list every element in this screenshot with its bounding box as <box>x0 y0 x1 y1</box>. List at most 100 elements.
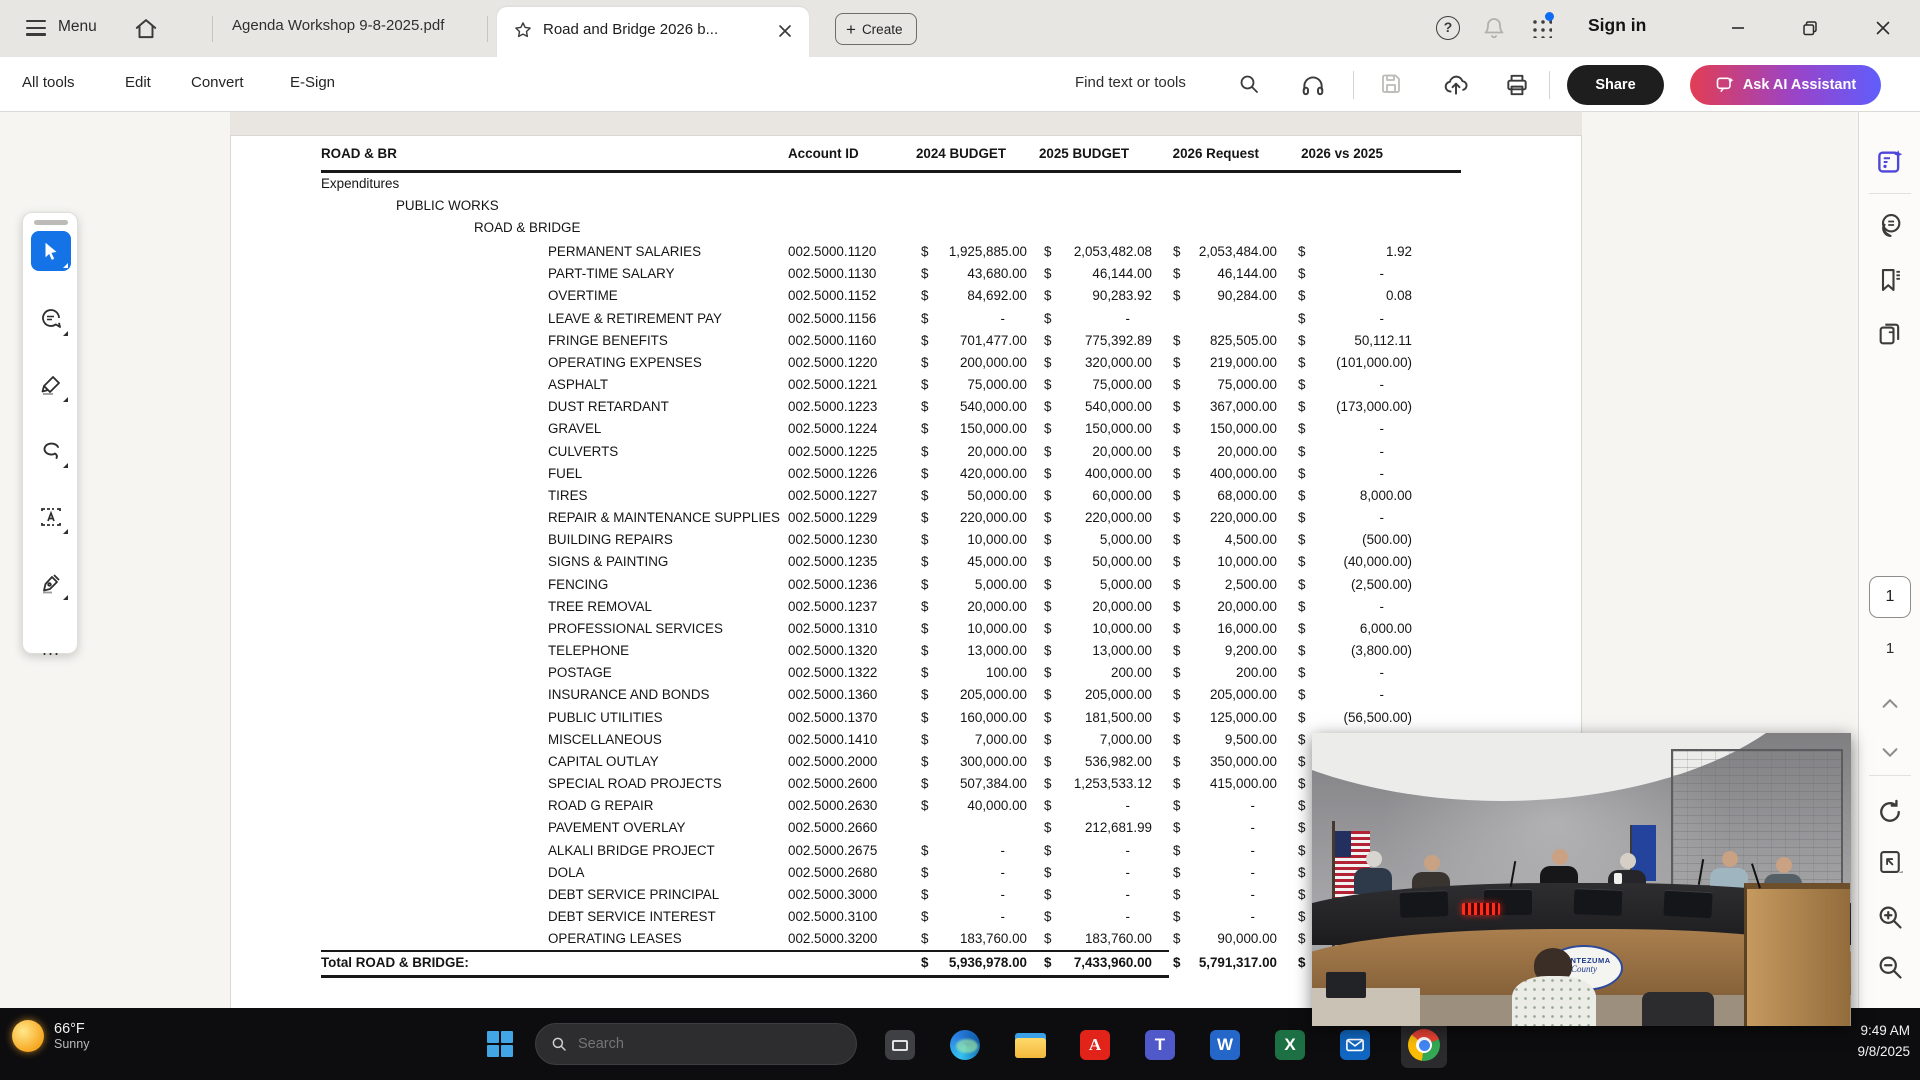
taskbar-search[interactable] <box>535 1023 857 1065</box>
chrome-icon[interactable] <box>1407 1028 1441 1062</box>
fit-page-icon[interactable] <box>1873 845 1907 879</box>
edge-browser-icon[interactable] <box>948 1028 982 1062</box>
file-explorer-icon[interactable] <box>1013 1028 1047 1062</box>
amount: 200,000.00 <box>959 354 1027 370</box>
page-thumbnails-icon[interactable] <box>1873 317 1907 351</box>
currency-sign: $ <box>1298 687 1306 703</box>
task-view-icon[interactable] <box>883 1028 917 1062</box>
zoom-out-icon[interactable] <box>1873 950 1907 984</box>
print-icon[interactable] <box>1504 72 1530 98</box>
find-text-or-tools[interactable]: Find text or tools <box>1075 74 1186 91</box>
home-icon[interactable] <box>133 16 159 42</box>
currency-sign: $ <box>1298 443 1306 459</box>
upload-cloud-icon[interactable] <box>1443 72 1469 98</box>
comment-tool-button[interactable] <box>31 299 71 339</box>
account-id: 002.5000.3100 <box>788 909 878 925</box>
zoom-in-icon[interactable] <box>1873 900 1907 934</box>
more-tools-button[interactable]: ... <box>31 629 71 669</box>
currency-sign: $ <box>1298 598 1306 614</box>
currency-sign: $ <box>1298 886 1306 902</box>
row-label: DEBT SERVICE INTEREST <box>548 909 716 925</box>
weather-temp: 66°F <box>54 1021 85 1037</box>
panel-drag-handle[interactable] <box>34 220 68 225</box>
all-tools-menu[interactable]: All tools <box>22 74 75 91</box>
row-label: OPERATING LEASES <box>548 931 682 947</box>
bookmarks-panel-icon[interactable] <box>1873 263 1907 297</box>
read-aloud-headphones-icon[interactable] <box>1300 72 1326 98</box>
meeting-video-overlay[interactable]: MONTEZUMA County <box>1312 733 1851 1026</box>
menu-button[interactable]: Menu <box>58 18 97 36</box>
next-page-chevron-down-icon[interactable] <box>1873 735 1907 769</box>
currency-sign: $ <box>921 332 929 348</box>
search-input[interactable] <box>578 1036 818 1052</box>
word-icon[interactable]: W <box>1208 1028 1242 1062</box>
help-icon[interactable]: ? <box>1436 16 1460 40</box>
taskbar-clock[interactable]: 9:49 AM 9/8/2025 <box>1857 1021 1910 1063</box>
amount: 220,000.00 <box>1209 510 1277 526</box>
restore-window-icon[interactable] <box>1795 14 1825 42</box>
amount: - <box>1250 820 1255 836</box>
plus-icon: + <box>846 19 856 39</box>
outlook-icon[interactable] <box>1338 1028 1372 1062</box>
ai-summary-icon[interactable] <box>1873 145 1907 179</box>
currency-sign: $ <box>1298 487 1306 503</box>
page-number-input[interactable]: 1 <box>1869 576 1911 618</box>
ask-ai-assistant-button[interactable]: Ask AI Assistant <box>1690 65 1881 105</box>
close-tab-icon[interactable] <box>775 21 795 41</box>
col-account-id: Account ID <box>788 146 859 161</box>
search-icon <box>552 1037 566 1051</box>
account-id: 002.5000.1120 <box>788 244 877 259</box>
row-label: TREE REMOVAL <box>548 598 652 614</box>
table-row: REPAIR & MAINTENANCE SUPPLIES 002.5000.12… <box>231 507 1581 529</box>
menu-hamburger-icon[interactable] <box>26 20 46 36</box>
start-button[interactable] <box>482 1026 518 1062</box>
text-recognition-tool-button[interactable] <box>31 497 71 537</box>
share-button[interactable]: Share <box>1567 65 1664 105</box>
amount: 60,000.00 <box>1092 487 1152 503</box>
draw-lasso-tool-button[interactable] <box>31 431 71 471</box>
podium <box>1744 863 1850 1026</box>
rotate-page-icon[interactable] <box>1873 795 1907 829</box>
currency-sign: $ <box>1173 931 1181 947</box>
table-row: TELEPHONE 002.5000.1320 $13,000.00 $13,000.… <box>231 640 1581 662</box>
minimize-window-icon[interactable] <box>1723 14 1753 42</box>
tab-agenda-workshop[interactable]: Agenda Workshop 9-8-2025.pdf <box>232 17 444 34</box>
amount: 2,053,484.00 <box>1198 244 1277 259</box>
currency-sign: $ <box>1044 576 1052 592</box>
acrobat-icon[interactable]: A <box>1078 1028 1112 1062</box>
create-button[interactable]: + Create <box>835 13 918 45</box>
currency-sign: $ <box>1044 332 1052 348</box>
currency-sign: $ <box>1173 288 1181 304</box>
currency-sign: $ <box>1044 955 1052 970</box>
amount: 540,000.00 <box>1084 399 1152 415</box>
amount: 219,000.00 <box>1209 354 1277 370</box>
row-label: MISCELLANEOUS <box>548 731 662 747</box>
amount: - <box>1125 842 1130 858</box>
sign-in-button[interactable]: Sign in <box>1588 15 1646 36</box>
fill-sign-tool-button[interactable] <box>31 563 71 603</box>
total-top-rule <box>321 950 1169 952</box>
select-tool-button[interactable] <box>31 231 71 271</box>
weather-widget[interactable]: 66°F Sunny <box>12 1020 89 1052</box>
account-id: 002.5000.1221 <box>788 377 878 393</box>
tab-road-and-bridge[interactable]: Road and Bridge 2026 b... <box>497 7 809 57</box>
highlight-tool-button[interactable] <box>31 365 71 405</box>
esign-menu[interactable]: E-Sign <box>290 74 335 91</box>
previous-page-chevron-up-icon[interactable] <box>1873 687 1907 721</box>
notifications-bell-icon[interactable] <box>1482 15 1506 41</box>
create-label: Create <box>861 21 903 37</box>
close-window-icon[interactable] <box>1868 14 1898 42</box>
search-icon[interactable] <box>1237 72 1261 96</box>
excel-icon[interactable]: X <box>1273 1028 1307 1062</box>
save-icon[interactable] <box>1379 72 1403 96</box>
edit-menu[interactable]: Edit <box>125 74 151 91</box>
comments-panel-icon[interactable] <box>1873 208 1907 242</box>
currency-sign: $ <box>1173 731 1181 747</box>
convert-menu[interactable]: Convert <box>191 74 244 91</box>
star-icon[interactable] <box>513 20 533 40</box>
currency-sign: $ <box>921 643 929 659</box>
table-row: TIRES 002.5000.1227 $50,000.00 $60,000.00 $6… <box>231 485 1581 507</box>
row-label: BUILDING REPAIRS <box>548 532 673 548</box>
teams-icon[interactable]: T <box>1143 1028 1177 1062</box>
currency-sign: $ <box>1298 643 1306 659</box>
